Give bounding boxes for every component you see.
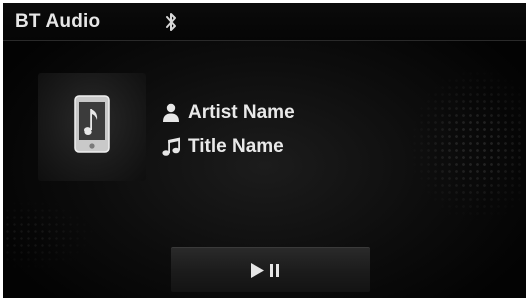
header-bar: BT Audio [3,3,526,41]
play-pause-icon [251,263,279,278]
bt-audio-screen: BT Audio Artist Name Title Name [0,0,529,301]
decorative-dots [411,70,521,220]
music-note-icon [162,137,180,156]
bluetooth-icon [166,13,176,31]
artist-name: Artist Name [188,102,295,123]
album-art [38,73,146,181]
decorative-dots [4,200,94,270]
screen-title: BT Audio [15,11,101,32]
track-title: Title Name [188,136,284,157]
phone-music-icon [74,95,110,153]
play-pause-button[interactable] [171,247,370,292]
person-icon [163,103,179,122]
artist-row: Artist Name [162,100,295,126]
title-row: Title Name [162,134,284,160]
